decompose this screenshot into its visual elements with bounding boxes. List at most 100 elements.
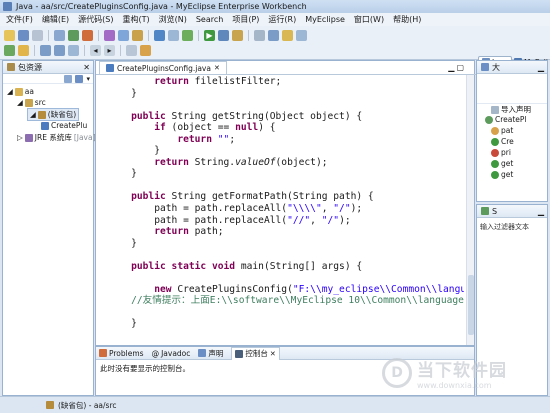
outline-constructor[interactable]: Cre xyxy=(491,137,514,146)
menu-source[interactable]: 源代码(S) xyxy=(78,14,113,25)
tree-item-java-file[interactable]: CreatePlu xyxy=(41,121,87,130)
code-line[interactable]: if (object == null) { xyxy=(108,122,464,134)
code-line[interactable] xyxy=(108,180,464,192)
editor-tab[interactable]: CreatePluginsConfig.java ✕ xyxy=(99,61,227,74)
minimize-icon[interactable]: ▁ xyxy=(538,207,544,216)
debug-icon[interactable] xyxy=(218,30,229,41)
minimize-icon[interactable]: ▁ xyxy=(448,63,454,72)
tree-item-default-package[interactable]: ◢ (缺省包) xyxy=(27,108,80,121)
code-line[interactable]: path = path.replaceAll("\\\\", "/"); xyxy=(108,203,464,215)
menu-project[interactable]: 项目(P) xyxy=(232,14,259,25)
collapse-all-icon[interactable] xyxy=(64,74,73,83)
new-icon[interactable] xyxy=(4,30,15,41)
web-icon[interactable] xyxy=(118,30,129,41)
outline-field-path[interactable]: pat xyxy=(491,126,513,135)
code-line[interactable] xyxy=(108,249,464,261)
tab-declaration[interactable]: 声明 xyxy=(198,348,223,359)
code-editor[interactable]: CreatePluginsConfig.java ✕ ▁ ▢ return fi… xyxy=(95,60,476,346)
pin-icon[interactable] xyxy=(126,45,137,56)
code-line[interactable]: //友情提示：上面E:\\software\\MyEclipse 10\\Com… xyxy=(108,295,464,307)
open-folder-icon[interactable] xyxy=(18,45,29,56)
save-icon[interactable] xyxy=(18,30,29,41)
task-icon[interactable] xyxy=(140,45,151,56)
outline-method-pri[interactable]: pri xyxy=(491,148,511,157)
browser-icon[interactable] xyxy=(154,30,165,41)
new-class-icon[interactable] xyxy=(182,30,193,41)
toggle-icon[interactable] xyxy=(254,30,265,41)
app-icon xyxy=(3,2,12,11)
menu-edit[interactable]: 编辑(E) xyxy=(42,14,69,25)
collapse-arrow-icon[interactable]: ◢ xyxy=(30,110,36,119)
code-line[interactable]: return filelistFilter; xyxy=(108,76,464,88)
menu-window[interactable]: 窗口(W) xyxy=(354,14,384,25)
code-line[interactable]: } xyxy=(108,88,464,100)
deploy-icon[interactable] xyxy=(68,30,79,41)
code-line[interactable]: return path; xyxy=(108,226,464,238)
outline-method-get-2[interactable]: get xyxy=(491,170,513,179)
editor-scrollbar[interactable] xyxy=(466,75,474,345)
close-tab-icon[interactable]: ✕ xyxy=(270,350,276,358)
search-icon[interactable] xyxy=(296,30,307,41)
minimize-icon[interactable]: ▁ xyxy=(538,63,544,72)
menu-file[interactable]: 文件(F) xyxy=(6,14,33,25)
external-tools-icon[interactable] xyxy=(232,30,243,41)
view-menu-icon[interactable]: ▾ xyxy=(86,75,90,83)
prev-edit-icon[interactable] xyxy=(40,45,51,56)
link-editor-icon[interactable] xyxy=(75,74,84,83)
server-icon[interactable] xyxy=(54,30,65,41)
at-icon: @ xyxy=(151,348,160,358)
code-line[interactable]: new CreatePluginsConfig("F:\\my_eclipse\… xyxy=(108,284,464,296)
forward-icon[interactable]: ▸ xyxy=(104,45,115,56)
code-content[interactable]: return filelistFilter; } public String g… xyxy=(108,76,464,344)
code-line[interactable]: } xyxy=(108,168,464,180)
code-line[interactable]: public String getString(Object object) { xyxy=(108,111,464,123)
code-line[interactable]: } xyxy=(108,318,464,330)
menu-myeclipse[interactable]: MyEclipse xyxy=(305,15,345,24)
tree-item-src[interactable]: ◢ src xyxy=(17,98,46,107)
db-icon[interactable] xyxy=(104,30,115,41)
menu-help[interactable]: 帮助(H) xyxy=(393,14,421,25)
code-line[interactable]: public static void main(String[] args) { xyxy=(108,261,464,273)
menu-run[interactable]: 运行(R) xyxy=(268,14,296,25)
tab-javadoc[interactable]: @ Javadoc xyxy=(152,349,191,358)
stop-icon[interactable] xyxy=(82,30,93,41)
outline-class[interactable]: CreatePl xyxy=(485,115,527,124)
filter-input[interactable]: 输入过滤器文本 xyxy=(480,222,544,232)
tab-problems[interactable]: Problems xyxy=(99,349,144,358)
package-icon[interactable] xyxy=(132,30,143,41)
back-icon[interactable]: ◂ xyxy=(90,45,101,56)
code-line[interactable]: } xyxy=(108,145,464,157)
tree-item-jre[interactable]: ▷ JRE 系统库 [Java] xyxy=(17,132,96,143)
menu-search[interactable]: Search xyxy=(196,15,223,24)
problems-icon xyxy=(99,349,107,357)
print-icon[interactable] xyxy=(32,30,43,41)
code-line[interactable]: } xyxy=(108,238,464,250)
open-type-icon[interactable] xyxy=(168,30,179,41)
code-line[interactable] xyxy=(108,307,464,319)
collapse-arrow-icon[interactable]: ◢ xyxy=(7,87,13,96)
last-edit-icon[interactable] xyxy=(68,45,79,56)
close-tab-icon[interactable]: ✕ xyxy=(214,64,220,72)
tab-console[interactable]: 控制台 ✕ xyxy=(231,346,280,360)
outline-imports[interactable]: 导入声明 xyxy=(491,104,531,115)
code-line[interactable] xyxy=(108,272,464,284)
annotation-icon[interactable] xyxy=(282,30,293,41)
maximize-icon[interactable]: ▢ xyxy=(456,63,464,72)
nav-icon[interactable] xyxy=(268,30,279,41)
code-line[interactable]: return String.valueOf(object); xyxy=(108,157,464,169)
close-icon[interactable]: ✕ xyxy=(83,63,90,72)
code-line[interactable]: path = path.replaceAll("//", "/"); xyxy=(108,215,464,227)
code-line[interactable] xyxy=(108,99,464,111)
code-line[interactable]: public String getFormatPath(String path)… xyxy=(108,191,464,203)
run-icon[interactable]: ▶ xyxy=(204,30,215,41)
expand-arrow-icon[interactable]: ▷ xyxy=(17,133,23,142)
outline-method-get-1[interactable]: get xyxy=(491,159,513,168)
menu-refactor[interactable]: 重构(T) xyxy=(122,14,149,25)
collapse-arrow-icon[interactable]: ◢ xyxy=(17,98,23,107)
new-java-icon[interactable] xyxy=(4,45,15,56)
scrollbar-thumb[interactable] xyxy=(468,275,474,335)
menu-navigate[interactable]: 浏览(N) xyxy=(159,14,187,25)
next-annotation-icon[interactable] xyxy=(54,45,65,56)
code-line[interactable]: return ""; xyxy=(108,134,464,146)
tree-item-project[interactable]: ◢ aa xyxy=(7,87,34,96)
